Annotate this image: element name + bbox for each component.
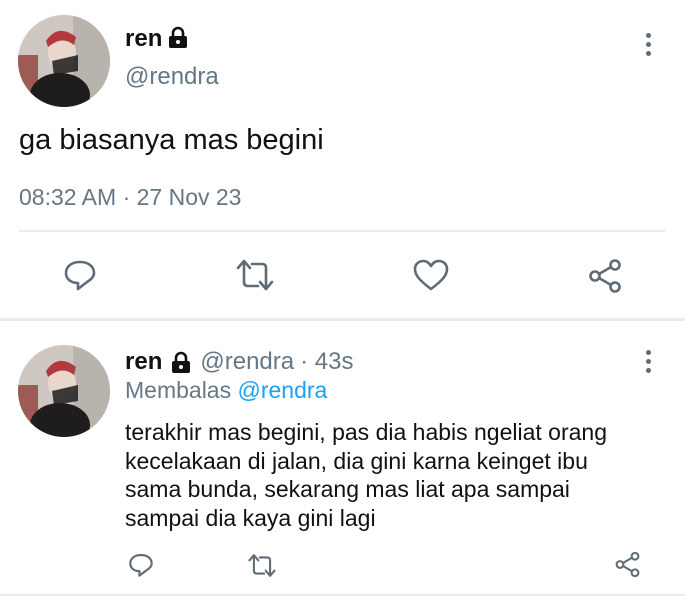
avatar-image [18,345,110,437]
divider [0,318,685,321]
reply-text-line: kecelakaan di jalan, dia gini karna kein… [125,447,588,474]
tweet-timestamp[interactable]: 08:32 AM · 27 Nov 23 [19,184,241,211]
user-name[interactable]: ren [125,348,162,376]
replying-handle-link[interactable]: @rendra [238,377,328,403]
tweet-text: ga biasanya mas begini [19,124,324,156]
share-icon[interactable] [614,551,641,578]
avatar-image [18,15,110,107]
more-icon[interactable] [638,350,658,373]
lock-icon [170,351,192,373]
reply-text-line: sampai dia kaya gini lagi [125,504,376,531]
divider [0,594,685,596]
replying-to: Membalas @rendra [125,377,327,404]
reply-header: ren @rendra · 43s [125,348,353,376]
lock-icon [167,26,189,48]
retweet-icon[interactable] [248,553,276,578]
divider [19,230,665,232]
reply-icon[interactable] [128,552,154,578]
user-handle[interactable]: @rendra [200,348,294,376]
share-icon[interactable] [587,258,623,294]
reply-text-line: sama bunda, sekarang mas liat apa sampai [125,476,570,502]
user-handle[interactable]: @rendra [125,63,219,91]
retweet-icon[interactable] [236,258,274,292]
avatar[interactable] [18,345,110,437]
reply-time: · 43s [300,348,354,375]
reply-text-line: terakhir mas begini, pas dia habis ngeli… [125,419,608,445]
reply-text: terakhir mas begini, pas dia habis ngeli… [125,418,607,532]
more-icon[interactable] [638,33,658,56]
user-name[interactable]: ren [125,25,162,53]
replying-label: Membalas [125,377,232,403]
reply-icon[interactable] [63,258,97,292]
like-icon[interactable] [413,258,449,292]
avatar[interactable] [18,15,110,107]
